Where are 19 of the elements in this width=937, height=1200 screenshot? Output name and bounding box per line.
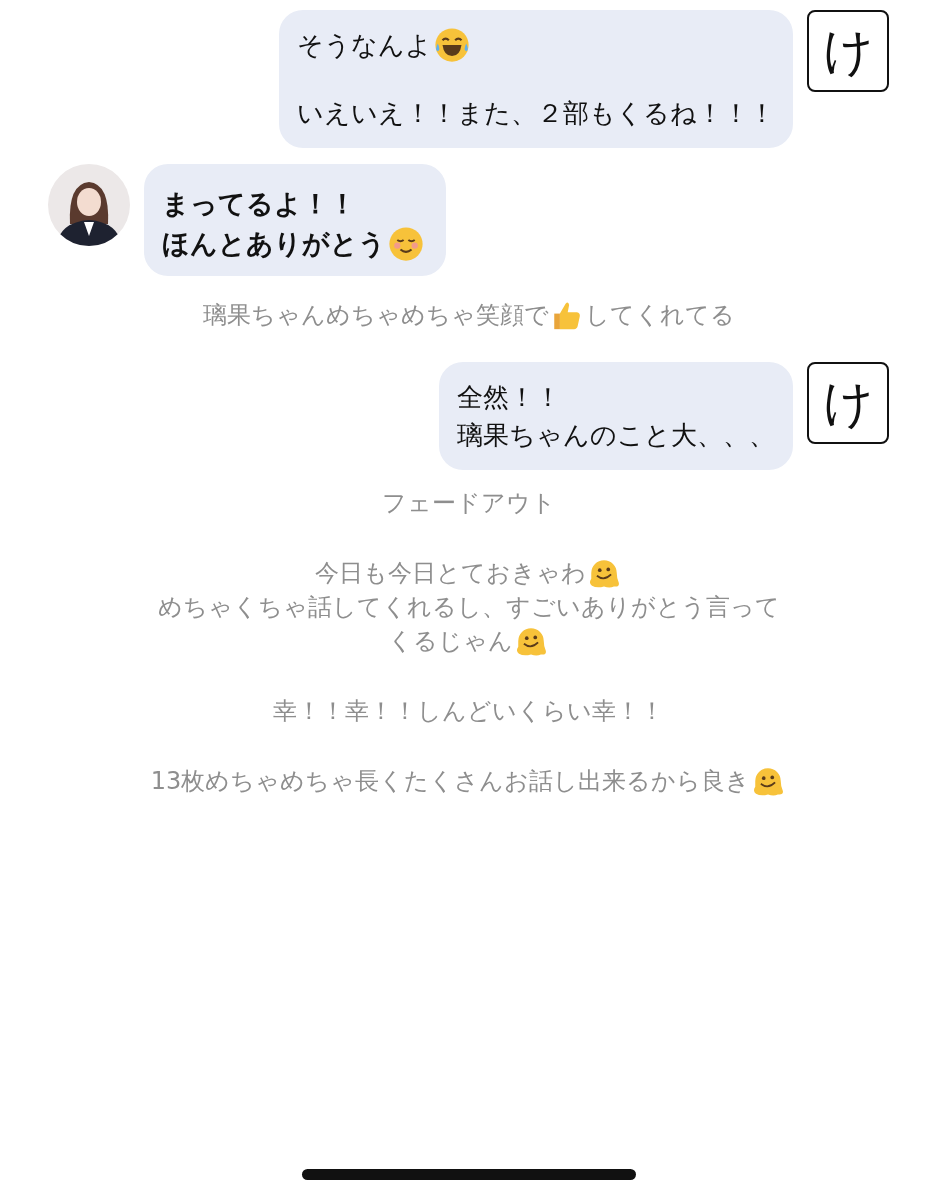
sender-label: け [807,10,889,92]
narration-text: 璃果ちゃんめちゃめちゃ笑顔で [202,300,549,331]
narration-text: 13枚めちゃめちゃ長くたくさんお話し出来るから良き [150,766,751,797]
message-text: ほんとありがとう [162,227,386,261]
narration-text: 今日も今日とておきゃわ [315,558,586,589]
message-text: 璃果ちゃんのこと大、、、 [457,418,775,452]
narration-text: してくれてる [584,300,735,331]
message-text: まってるよ！！ [162,187,356,221]
smiling-face-icon [387,225,425,263]
narration-text: フェードアウト [381,488,556,519]
sender-label: け [807,362,889,444]
laughing-face-icon [433,26,471,64]
home-indicator[interactable] [301,1169,636,1180]
narration-text: めちゃくちゃ話してくれるし、すごいありがとう言って [157,592,780,623]
narration-text: 幸！！幸！！しんどいくらい幸！！ [273,696,664,727]
message-text: 全然！！ [457,380,561,414]
message-text: いえいえ！！また、２部もくるね！！！ [297,96,775,130]
narration-text: くるじゃん [388,626,513,657]
message-text: そうなんよ [297,28,432,62]
